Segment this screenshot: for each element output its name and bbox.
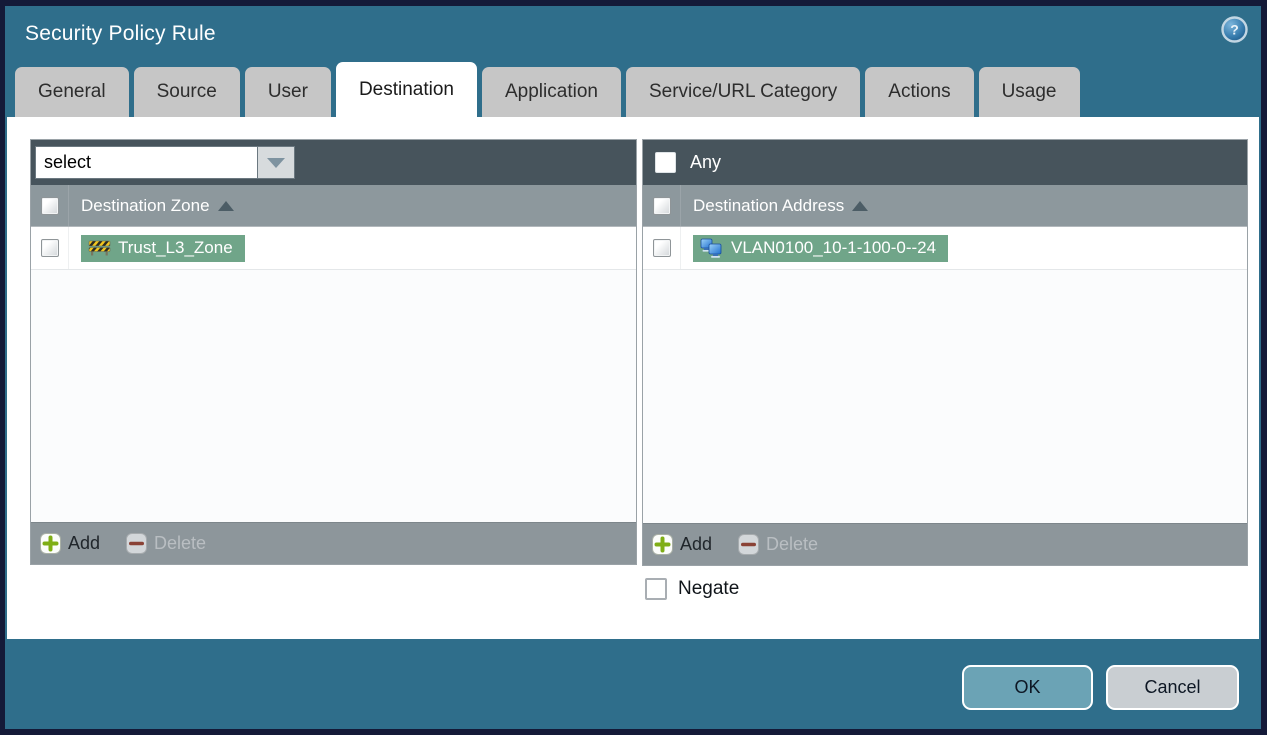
tab-user[interactable]: User	[244, 67, 331, 117]
table-row: Trust_L3_Zone	[31, 227, 636, 270]
zone-table-header: Destination Zone	[31, 185, 636, 227]
address-row-checkbox-cell	[643, 227, 681, 269]
address-select-all-checkbox[interactable]	[652, 196, 671, 215]
address-row-checkbox[interactable]	[652, 239, 671, 257]
tab-general[interactable]: General	[15, 67, 129, 117]
delete-button-label: Delete	[154, 533, 207, 553]
tab-application[interactable]: Application	[482, 67, 621, 117]
tab-service-url-category[interactable]: Service/URL Category	[625, 67, 861, 117]
ok-button[interactable]: OK	[962, 665, 1093, 710]
add-zone-button[interactable]: Add	[40, 533, 100, 554]
tab-source[interactable]: Source	[133, 67, 240, 117]
delete-address-button[interactable]: Delete	[738, 534, 818, 555]
zone-select-input[interactable]	[35, 146, 257, 179]
zone-barrier-icon	[88, 240, 111, 256]
negate-option: Negate	[645, 578, 739, 600]
zone-select-dropdown-button[interactable]	[257, 146, 295, 179]
negate-checkbox[interactable]	[645, 578, 667, 600]
tab-actions[interactable]: Actions	[865, 67, 974, 117]
delete-zone-button[interactable]: Delete	[126, 533, 206, 554]
destination-address-panel: Any Destination Address VLAN0100_10-1-10…	[642, 139, 1248, 566]
zone-item-label: Trust_L3_Zone	[118, 237, 233, 257]
table-row: VLAN0100_10-1-100-0--24	[643, 227, 1247, 270]
help-icon[interactable]: ?	[1221, 16, 1248, 43]
address-header-checkbox-cell	[643, 185, 681, 226]
security-policy-rule-dialog: Security Policy Rule ? General Source Us…	[5, 6, 1261, 729]
plus-icon	[652, 534, 673, 555]
any-label: Any	[690, 152, 722, 172]
add-address-button[interactable]: Add	[652, 534, 712, 555]
dialog-title: Security Policy Rule	[25, 22, 216, 45]
tab-content-destination: Destination Zone	[7, 117, 1259, 639]
address-any-toolbar: Any	[643, 140, 1247, 185]
zone-column-header[interactable]: Destination Zone	[81, 196, 210, 216]
zone-select-all-checkbox[interactable]	[40, 196, 59, 215]
minus-icon	[126, 533, 148, 554]
address-table-body: VLAN0100_10-1-100-0--24	[643, 227, 1247, 523]
address-item-label: VLAN0100_10-1-100-0--24	[731, 237, 937, 257]
zone-select-combo	[35, 146, 295, 179]
sort-ascending-icon[interactable]	[217, 200, 234, 211]
plus-icon	[40, 533, 61, 554]
zone-row-checkbox-cell	[31, 227, 69, 269]
address-table-header: Destination Address	[643, 185, 1247, 227]
zone-panel-footer: Add Delete	[31, 522, 636, 564]
delete-button-label: Delete	[766, 534, 819, 554]
destination-zone-panel: Destination Zone	[30, 139, 637, 565]
cancel-button[interactable]: Cancel	[1106, 665, 1239, 710]
dialog-titlebar: Security Policy Rule ?	[5, 6, 1261, 62]
zone-item-chip[interactable]: Trust_L3_Zone	[81, 234, 245, 262]
zone-row-checkbox[interactable]	[40, 239, 59, 257]
svg-text:?: ?	[1230, 22, 1239, 38]
dialog-tabbar: General Source User Destination Applicat…	[5, 62, 1261, 117]
sort-ascending-icon[interactable]	[852, 200, 869, 211]
zone-filter-toolbar	[31, 140, 636, 185]
minus-icon	[738, 534, 760, 555]
negate-label: Negate	[678, 578, 740, 599]
add-button-label: Add	[68, 533, 101, 553]
chevron-down-icon	[267, 157, 285, 168]
zone-table-body: Trust_L3_Zone	[31, 227, 636, 522]
address-hosts-icon	[700, 238, 722, 258]
address-panel-footer: Add Delete	[643, 523, 1247, 565]
address-column-header[interactable]: Destination Address	[693, 196, 844, 216]
add-button-label: Add	[680, 534, 713, 554]
address-item-chip[interactable]: VLAN0100_10-1-100-0--24	[693, 234, 949, 262]
tab-destination[interactable]: Destination	[335, 62, 477, 117]
zone-header-checkbox-cell	[31, 185, 69, 226]
any-checkbox[interactable]	[655, 152, 676, 173]
tab-usage[interactable]: Usage	[978, 67, 1080, 117]
